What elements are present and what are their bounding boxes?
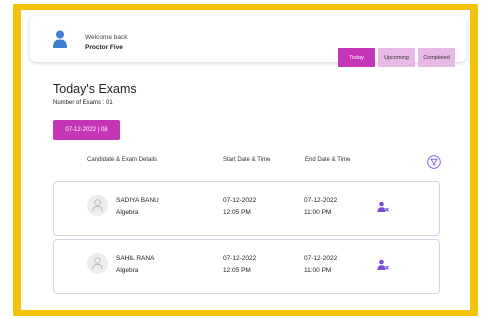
exam-subject: Algebra <box>116 209 139 216</box>
column-header-candidate: Candidate & Exam Details <box>87 157 158 163</box>
main-panel: Welcome back Proctor Five Today Upcoming… <box>21 10 470 310</box>
candidate-name: SAHIL RANA <box>116 255 155 262</box>
tab-completed[interactable]: Completed <box>418 48 455 67</box>
filter-icon[interactable] <box>427 155 441 169</box>
avatar <box>87 195 108 216</box>
end-time: 11:00 PM <box>304 267 332 274</box>
tab-today[interactable]: Today <box>338 48 375 67</box>
avatar <box>87 253 108 274</box>
exam-subject: Algebra <box>116 267 139 274</box>
proctor-icon[interactable] <box>377 201 389 213</box>
page-title: Today's Exams <box>53 82 137 96</box>
header-card: Welcome back Proctor Five Today Upcoming… <box>30 16 466 67</box>
end-time: 11:00 PM <box>304 209 332 216</box>
end-date: 07-12-2022 <box>304 197 338 204</box>
date-slot-button[interactable]: 07-12-2022 | 08 <box>53 120 120 140</box>
avatar-icon <box>92 199 103 212</box>
candidate-name: SADIYA BANU <box>116 197 159 204</box>
start-date: 07-12-2022 <box>223 197 257 204</box>
exam-count: Number of Exams : 01 <box>53 100 113 106</box>
column-header-end: End Date & Time <box>305 157 351 163</box>
user-icon <box>53 30 67 48</box>
end-date: 07-12-2022 <box>304 255 338 262</box>
column-header-start: Start Date & Time <box>223 157 271 163</box>
table-row: SAHIL RANA Algebra 07-12-2022 12:05 PM 0… <box>53 239 440 294</box>
start-date: 07-12-2022 <box>223 255 257 262</box>
start-time: 12:05 PM <box>223 267 251 274</box>
tab-upcoming[interactable]: Upcoming <box>378 48 415 67</box>
welcome-text: Welcome back <box>85 34 128 41</box>
start-time: 12:05 PM <box>223 209 251 216</box>
user-name: Proctor Five <box>85 44 123 51</box>
proctor-icon[interactable] <box>377 259 389 271</box>
avatar-icon <box>92 257 103 270</box>
table-row: SADIYA BANU Algebra 07-12-2022 12:05 PM … <box>53 181 440 236</box>
